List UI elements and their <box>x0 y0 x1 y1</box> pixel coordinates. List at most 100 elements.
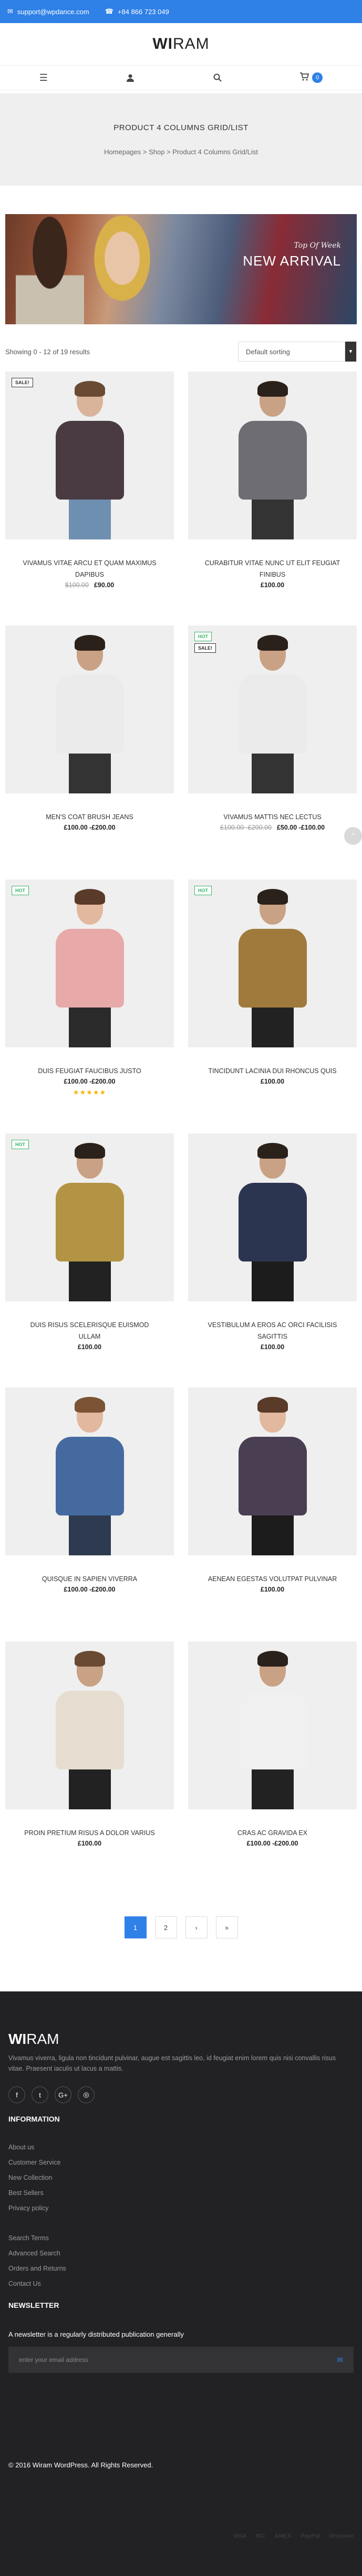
product-card[interactable]: QUISQUE IN SAPIEN VIVERRA £100.00 -£200.0… <box>5 1387 174 1641</box>
footer-link[interactable]: Privacy policy <box>8 2201 354 2216</box>
cart-button[interactable]: 0 <box>300 72 323 83</box>
footer-link[interactable]: Contact Us <box>8 2276 354 2292</box>
page-link[interactable]: 1 <box>124 1916 147 1938</box>
sort-select[interactable]: Default sorting ▼ <box>238 342 357 362</box>
product-image[interactable] <box>5 1387 174 1555</box>
product-name[interactable]: CRAS AC GRAVIDA EX <box>188 1827 357 1839</box>
product-image[interactable] <box>188 1387 357 1555</box>
topbar-email[interactable]: ✉ support@wpdance.com <box>7 7 89 16</box>
product-price: £100.00 -£200.00 £50.00 -£100.00 <box>188 824 357 831</box>
product-card[interactable]: HOT TINCIDUNT LACINIA DUI RHONCUS QUIS £10… <box>188 879 357 1133</box>
product-card[interactable]: AENEAN EGESTAS VOLUTPAT PULVINAR £100.00 <box>188 1387 357 1641</box>
product-name[interactable]: DUIS RISUS SCELERISQUE EUISMOD ULLAM <box>5 1319 174 1342</box>
topbar-phone[interactable]: ☎ +84 866 723 049 <box>105 7 169 16</box>
product-image[interactable] <box>188 1133 357 1301</box>
logo-light: RAM <box>172 35 210 52</box>
product-model-hair <box>74 635 105 651</box>
page-link[interactable]: › <box>185 1916 208 1938</box>
product-model-torso <box>55 1437 124 1515</box>
page-link[interactable]: 2 <box>154 1916 177 1938</box>
footer-about: Vivamus viverra, ligula non tincidunt pu… <box>8 2054 336 2072</box>
site-footer: WIRAM Vivamus viverra, ligula non tincid… <box>0 1991 362 2576</box>
footer-logo[interactable]: WIRAM <box>8 2031 354 2048</box>
product-card[interactable]: SALE! VIVAMUS VITAE ARCU ET QUAM MAXIMUS … <box>5 372 174 626</box>
footer-link[interactable]: Best Sellers <box>8 2186 354 2201</box>
hot-badge: HOT <box>194 886 212 895</box>
product-name[interactable]: CURABITUR VITAE NUNC UT ELIT FEUGIAT FIN… <box>188 557 357 580</box>
newsletter-email-input[interactable]: enter your email address ✉ <box>8 2347 354 2373</box>
product-current-price: £100.00 <box>260 581 285 589</box>
product-current-price: £100.00 -£200.00 <box>246 1840 298 1847</box>
footer-link[interactable]: About us <box>8 2140 354 2155</box>
banner-model-image <box>79 214 158 324</box>
footer-link[interactable]: Orders and Returns <box>8 2261 354 2276</box>
facebook-icon[interactable]: f <box>8 2086 25 2103</box>
product-image[interactable]: HOT SALE! <box>188 626 357 793</box>
product-card[interactable]: HOT DUIS RISUS SCELERISQUE EUISMOD ULLAM £… <box>5 1133 174 1387</box>
google-plus-icon[interactable]: G+ <box>55 2086 71 2103</box>
product-model-legs <box>68 497 111 539</box>
result-count: Showing 0 - 12 of 19 results <box>5 347 90 356</box>
product-card[interactable]: MEN'S COAT BRUSH JEANS £100.00 -£200.00 <box>5 626 174 879</box>
product-model-figure <box>45 381 135 539</box>
breadcrumb[interactable]: Homepages > Shop > Product 4 Columns Gri… <box>104 148 258 156</box>
product-image[interactable]: SALE! <box>5 372 174 539</box>
product-model-figure <box>45 1651 135 1809</box>
search-icon[interactable] <box>213 73 222 82</box>
page-link[interactable]: » <box>215 1916 238 1938</box>
product-model-hair <box>257 1651 288 1667</box>
product-image[interactable] <box>188 1641 357 1809</box>
menu-icon[interactable]: ☰ <box>39 72 48 83</box>
footer-link[interactable]: Customer Service <box>8 2155 354 2170</box>
send-icon[interactable]: ✉ <box>337 2356 343 2365</box>
site-logo[interactable]: WI RAM <box>0 23 362 65</box>
footer-link[interactable]: New Collection <box>8 2170 354 2186</box>
footer-link[interactable]: Search Terms <box>8 2231 354 2246</box>
product-name[interactable]: VIVAMUS MATTIS NEC LECTUS <box>188 811 357 823</box>
product-image[interactable]: HOT <box>5 1133 174 1301</box>
product-name[interactable]: TINCIDUNT LACINIA DUI RHONCUS QUIS <box>188 1065 357 1077</box>
product-name[interactable]: VIVAMUS VITAE ARCU ET QUAM MAXIMUS DAPIB… <box>5 557 174 580</box>
newsletter-placeholder: enter your email address <box>19 2356 89 2363</box>
product-card[interactable]: HOT DUIS FEUGIAT FAUCIBUS JUSTO £100.00 -£… <box>5 879 174 1133</box>
chevron-up-icon[interactable]: ⌃ <box>344 827 362 845</box>
product-name[interactable]: MEN'S COAT BRUSH JEANS <box>5 811 174 823</box>
promo-banner[interactable]: Top Of Week NEW ARRIVAL <box>5 214 357 324</box>
product-price: £100.00 <box>188 1343 357 1351</box>
product-model-torso <box>55 929 124 1008</box>
phone-icon: ☎ <box>105 7 113 15</box>
product-model-hair <box>257 1143 288 1159</box>
product-name[interactable]: DUIS FEUGIAT FAUCIBUS JUSTO <box>5 1065 174 1077</box>
product-card[interactable]: PROIN PRETIUM RISUS A DOLOR VARIUS £100.0… <box>5 1641 174 1895</box>
product-price: £100.00 -£200.00 <box>5 1078 174 1085</box>
product-name[interactable]: PROIN PRETIUM RISUS A DOLOR VARIUS <box>5 1827 174 1839</box>
product-image[interactable]: HOT <box>188 879 357 1047</box>
product-current-price: £100.00 -£200.00 <box>64 1078 116 1085</box>
product-image[interactable] <box>5 626 174 793</box>
mail-icon: ✉ <box>7 7 13 15</box>
rating-stars: ★★★★★ <box>73 1088 107 1096</box>
footer-link[interactable]: Advanced Search <box>8 2246 354 2261</box>
product-name[interactable]: QUISQUE IN SAPIEN VIVERRA <box>5 1573 174 1585</box>
product-name[interactable]: VESTIBULUM A EROS AC ORCI FACILISIS SAGI… <box>188 1319 357 1342</box>
payment-icon: PayPal <box>301 2533 320 2539</box>
product-model-torso <box>238 1183 307 1262</box>
newsletter-heading: NEWSLETTER <box>8 2301 59 2309</box>
product-card[interactable]: CRAS AC GRAVIDA EX £100.00 -£200.00 <box>188 1641 357 1895</box>
product-image[interactable]: HOT <box>5 879 174 1047</box>
product-card[interactable]: VESTIBULUM A EROS AC ORCI FACILISIS SAGI… <box>188 1133 357 1387</box>
product-card[interactable]: CURABITUR VITAE NUNC UT ELIT FEUGIAT FIN… <box>188 372 357 626</box>
user-icon[interactable] <box>126 73 135 82</box>
product-model-figure <box>228 1651 317 1809</box>
product-model-legs <box>68 1513 111 1555</box>
instagram-icon[interactable]: ◎ <box>78 2086 95 2103</box>
product-model-figure <box>228 889 317 1047</box>
product-model-torso <box>55 1183 124 1262</box>
product-model-hair <box>257 381 288 397</box>
product-image[interactable] <box>188 372 357 539</box>
product-name[interactable]: AENEAN EGESTAS VOLUTPAT PULVINAR <box>188 1573 357 1585</box>
product-image[interactable] <box>5 1641 174 1809</box>
page-title: PRODUCT 4 COLUMNS GRID/LIST <box>113 123 249 132</box>
twitter-icon[interactable]: t <box>32 2086 48 2103</box>
product-card[interactable]: HOT SALE! VIVAMUS MATTIS NEC LECTUS £100.00… <box>188 626 357 879</box>
